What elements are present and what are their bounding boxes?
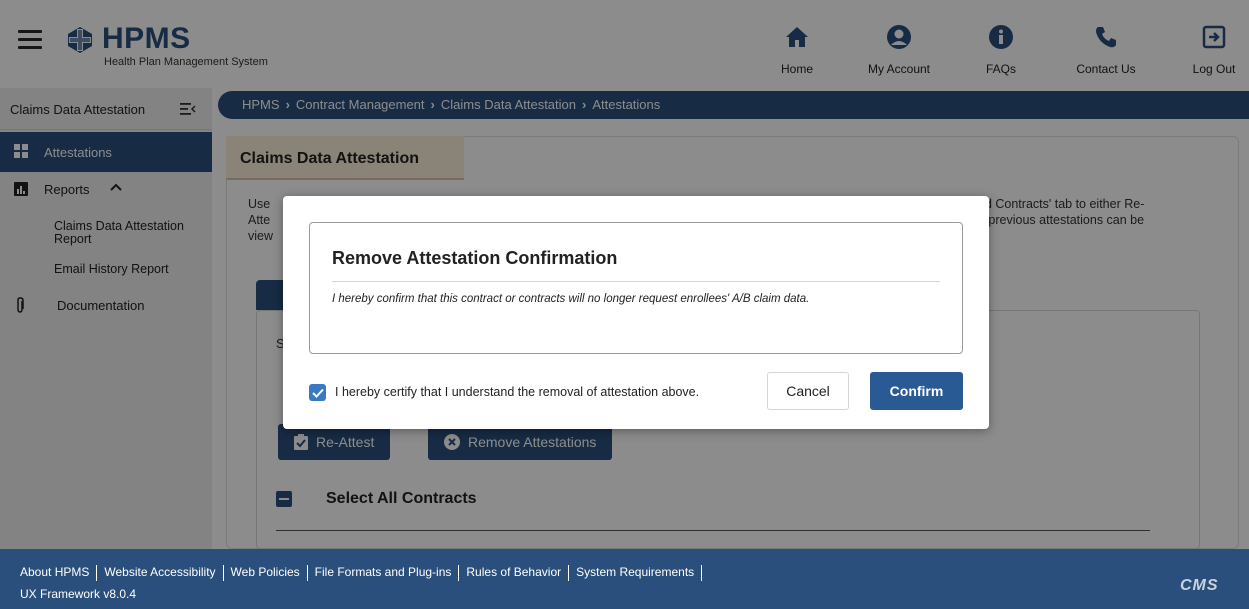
footer-separator [222,565,224,581]
footer-link-system-requirements[interactable]: System Requirements [576,565,694,579]
footer-separator [458,565,460,581]
cancel-button[interactable]: Cancel [767,372,849,410]
footer-link-about-hpms[interactable]: About HPMS [20,565,89,579]
divider [332,281,940,282]
footer-link-website-accessibility[interactable]: Website Accessibility [104,565,215,579]
footer: About HPMS Website Accessibility Web Polic… [0,549,1249,609]
framework-version: UX Framework v8.0.4 [20,587,137,601]
footer-separator [568,565,570,581]
modal-content-box: Remove Attestation Confirmation I hereby… [309,222,963,354]
footer-separator [701,565,703,581]
footer-separator [306,565,308,581]
modal-title: Remove Attestation Confirmation [332,248,618,268]
certify-checkbox[interactable] [309,384,326,401]
footer-link-file-formats[interactable]: File Formats and Plug-ins [315,565,452,579]
checkmark-icon [311,388,324,398]
certify-checkbox-label[interactable]: I hereby certify that I understand the r… [335,385,699,399]
footer-link-rules-of-behavior[interactable]: Rules of Behavior [466,565,561,579]
footer-links: About HPMS Website Accessibility Web Polic… [20,565,709,581]
modal-message: I hereby confirm that this contract or c… [332,293,810,305]
confirm-button[interactable]: Confirm [870,372,963,410]
cms-logo: CMS [1180,577,1219,594]
footer-link-web-policies[interactable]: Web Policies [231,565,300,579]
footer-separator [96,565,98,581]
remove-attestation-modal: Remove Attestation Confirmation I hereby… [283,196,989,429]
